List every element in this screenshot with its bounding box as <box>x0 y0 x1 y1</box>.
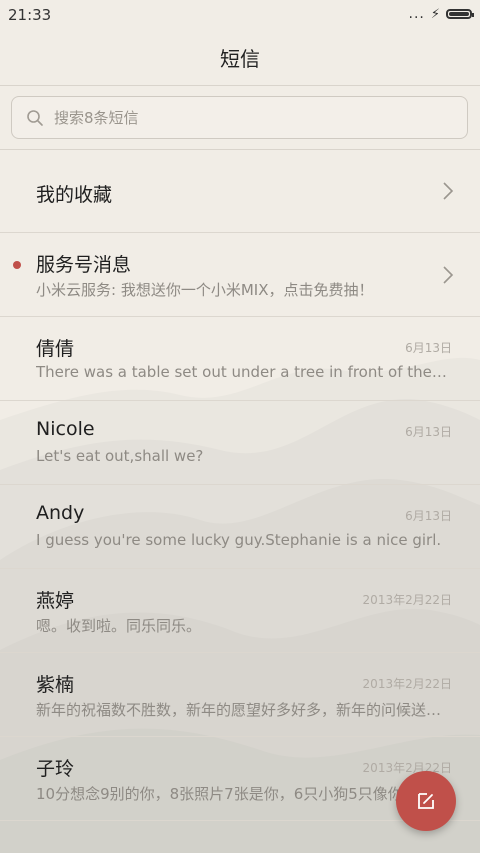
conversation-name: 子玲 <box>36 758 75 780</box>
list-item[interactable]: Nicole 6月13日 Let's eat out,shall we? <box>0 401 480 485</box>
signal-dots-icon: ... <box>408 6 425 22</box>
compose-button[interactable] <box>396 771 456 831</box>
conversation-preview: 10分想念9别的你，8张照片7张是你，6只小狗5只像你 <box>36 785 403 803</box>
conversation-date: 6月13日 <box>405 425 452 439</box>
page-title: 短信 <box>220 47 260 71</box>
list-item[interactable]: 服务号消息 小米云服务: 我想送你一个小米MIX，点击免费抽！ <box>0 233 480 317</box>
list-item[interactable]: 紫楠 2013年2月22日 新年的祝福数不胜数，新年的愿望好多好多，新年的问候送… <box>0 653 480 737</box>
status-icons: ... ⚡ <box>408 6 474 22</box>
battery-icon <box>446 9 474 19</box>
charging-icon: ⚡ <box>430 6 440 22</box>
conversation-name: 紫楠 <box>36 674 75 696</box>
conversation-name: 倩倩 <box>36 338 75 360</box>
list-item[interactable]: 燕婷 2013年2月22日 嗯。收到啦。同乐同乐。 <box>0 569 480 653</box>
chevron-right-icon <box>443 265 454 284</box>
search-icon <box>27 109 43 126</box>
conversation-preview: I guess you're some lucky guy.Stephanie … <box>36 531 442 549</box>
search-input[interactable]: 搜索8条短信 <box>11 96 468 139</box>
conversation-preview: 新年的祝福数不胜数，新年的愿望好多好多，新年的问候送给你 <box>36 701 450 719</box>
conversation-date: 6月13日 <box>405 509 452 523</box>
search-placeholder: 搜索8条短信 <box>54 109 139 127</box>
list-item[interactable]: 倩倩 6月13日 There was a table set out under… <box>0 317 480 401</box>
status-time: 21:33 <box>8 6 52 24</box>
conversation-date: 2013年2月22日 <box>362 677 452 691</box>
conversation-preview: 小米云服务: 我想送你一个小米MIX，点击免费抽！ <box>36 281 374 299</box>
status-bar: 21:33 ... ⚡ <box>0 0 480 30</box>
header-divider <box>0 85 480 86</box>
conversation-date: 6月13日 <box>405 341 452 355</box>
chevron-right-icon <box>443 182 454 200</box>
conversation-list: 我的收藏 服务号消息 小米云服务: 我想送你一个小米MIX，点击免费抽！ 倩倩 … <box>0 150 480 821</box>
favorites-label: 我的收藏 <box>36 184 113 206</box>
conversation-name: Andy <box>36 502 85 524</box>
conversation-name: 服务号消息 <box>36 254 132 276</box>
conversation-preview: Let's eat out,shall we? <box>36 447 204 465</box>
conversation-preview: 嗯。收到啦。同乐同乐。 <box>36 617 202 635</box>
conversation-preview: There was a table set out under a tree i… <box>36 363 450 381</box>
conversation-date: 2013年2月22日 <box>362 593 452 607</box>
app-header: 短信 <box>0 30 480 85</box>
conversation-name: 燕婷 <box>36 590 75 612</box>
compose-icon <box>418 793 434 809</box>
list-item[interactable]: Andy 6月13日 I guess you're some lucky guy… <box>0 485 480 569</box>
unread-dot <box>13 261 21 269</box>
favorites-row[interactable]: 我的收藏 <box>0 150 480 233</box>
conversation-name: Nicole <box>36 418 95 440</box>
